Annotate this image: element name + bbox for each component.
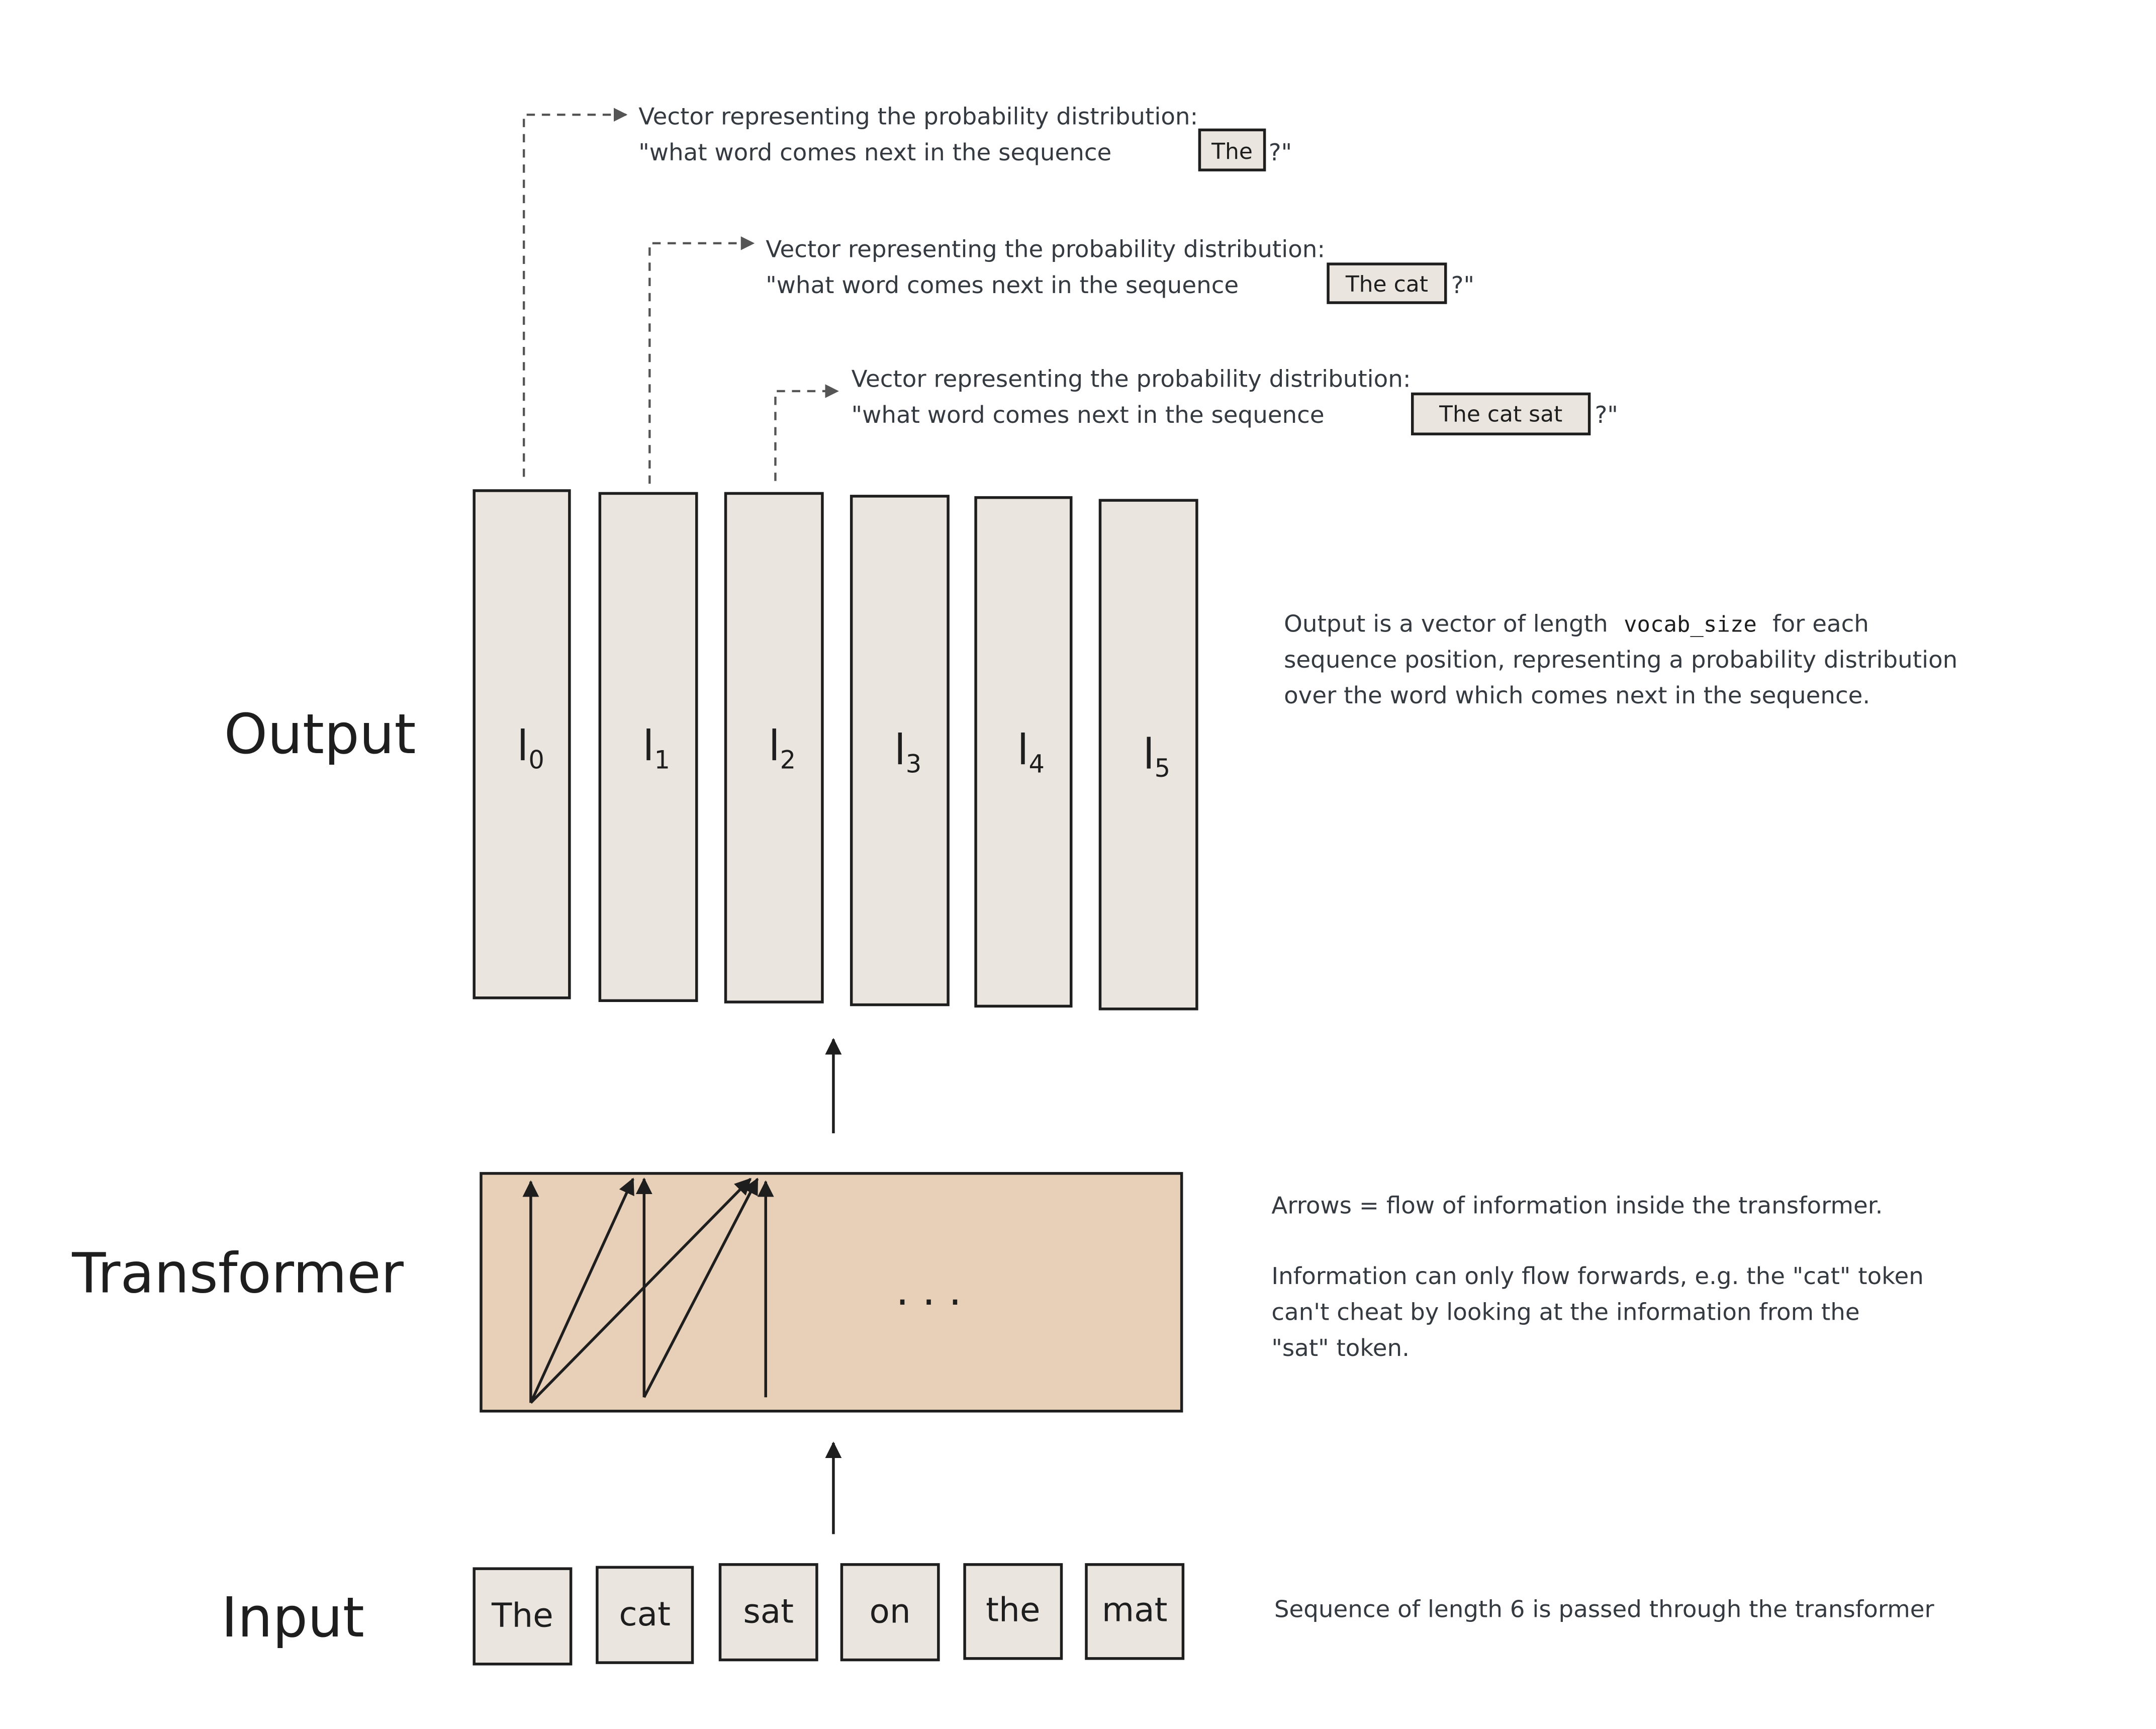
transformer-note-line4: "sat" token.: [1271, 1335, 1410, 1362]
output-logits: l0 l1 l2 l3 l4 l5: [473, 489, 1198, 1011]
transformer-note-line1: Arrows = flow of information inside the …: [1271, 1193, 1883, 1220]
input-note: Sequence of length 6 is passed through t…: [1274, 1596, 1935, 1623]
callout-0-suffix: ?": [1269, 139, 1292, 166]
callout-0-line1: Vector representing the probability dist…: [638, 103, 1198, 130]
transformer-ellipsis: . . .: [896, 1266, 962, 1315]
diagram-canvas: Output Transformer Input l0 l1 l2 l3 l4 …: [0, 0, 2156, 1729]
connector-0: [522, 108, 628, 477]
transformer-label: Transformer: [71, 1241, 404, 1305]
logit-bar-0: l0: [473, 489, 571, 999]
logit-bar-2: l2: [724, 492, 824, 1004]
input-token-3: on: [840, 1563, 940, 1662]
logit-bar-3: l3: [850, 495, 950, 1007]
transformer-block: . . .: [480, 1172, 1183, 1413]
transformer-note-line2: Information can only flow forwards, e.g.…: [1271, 1263, 1924, 1290]
callout-0-boxed: The: [1211, 139, 1253, 164]
logit-bar-4: l4: [974, 496, 1073, 1008]
input-token-4-text: the: [986, 1591, 1040, 1629]
input-token-4: the: [963, 1563, 1063, 1660]
input-token-1: cat: [596, 1566, 694, 1664]
transformer-note: Arrows = flow of information inside the …: [1271, 1193, 1924, 1362]
input-token-5: mat: [1085, 1563, 1185, 1660]
input-token-3-text: on: [870, 1592, 911, 1630]
callout-2-prefix: "what word comes next in the sequence: [852, 402, 1325, 429]
callout-1-prefix: "what word comes next in the sequence: [766, 272, 1239, 299]
input-token-1-text: cat: [619, 1595, 671, 1633]
logit-bar-5: l5: [1098, 499, 1198, 1011]
input-label: Input: [221, 1585, 364, 1650]
connector-1: [648, 236, 755, 484]
callout-2-boxed: The cat sat: [1439, 401, 1562, 427]
vocab-size-code: vocab_size: [1624, 611, 1757, 637]
callout-1-suffix: ?": [1451, 272, 1474, 299]
callout-1-boxed: The cat: [1345, 271, 1428, 297]
callout-connectors: [522, 108, 839, 484]
callout-0: Vector representing the probability dist…: [638, 103, 1292, 171]
callout-1: Vector representing the probability dist…: [766, 236, 1474, 304]
output-note-line1: Output is a vector of length vocab_size …: [1284, 610, 1869, 638]
input-token-2-text: sat: [743, 1592, 794, 1630]
output-note: Output is a vector of length vocab_size …: [1284, 610, 1957, 709]
callout-1-line1: Vector representing the probability dist…: [766, 236, 1325, 263]
input-tokens: The cat sat on the mat: [473, 1563, 1185, 1666]
callout-2-line1: Vector representing the probability dist…: [852, 366, 1411, 393]
diagram-svg: Output Transformer Input l0 l1 l2 l3 l4 …: [71, 103, 1957, 1666]
input-token-2: sat: [718, 1563, 818, 1662]
connector-2: [774, 384, 839, 481]
input-token-0-text: The: [491, 1596, 553, 1635]
output-label: Output: [224, 702, 416, 766]
transformer-note-line3: can't cheat by looking at the informatio…: [1271, 1299, 1859, 1326]
callout-0-prefix: "what word comes next in the sequence: [638, 139, 1111, 166]
output-note-line3: over the word which comes next in the se…: [1284, 682, 1870, 709]
callout-2-suffix: ?": [1595, 402, 1618, 429]
output-note-line2: sequence position, representing a probab…: [1284, 647, 1957, 674]
logit-bar-1: l1: [598, 492, 698, 1003]
input-token-0: The: [473, 1567, 573, 1666]
callout-2: Vector representing the probability dist…: [852, 366, 1618, 435]
input-token-5-text: mat: [1102, 1591, 1168, 1629]
